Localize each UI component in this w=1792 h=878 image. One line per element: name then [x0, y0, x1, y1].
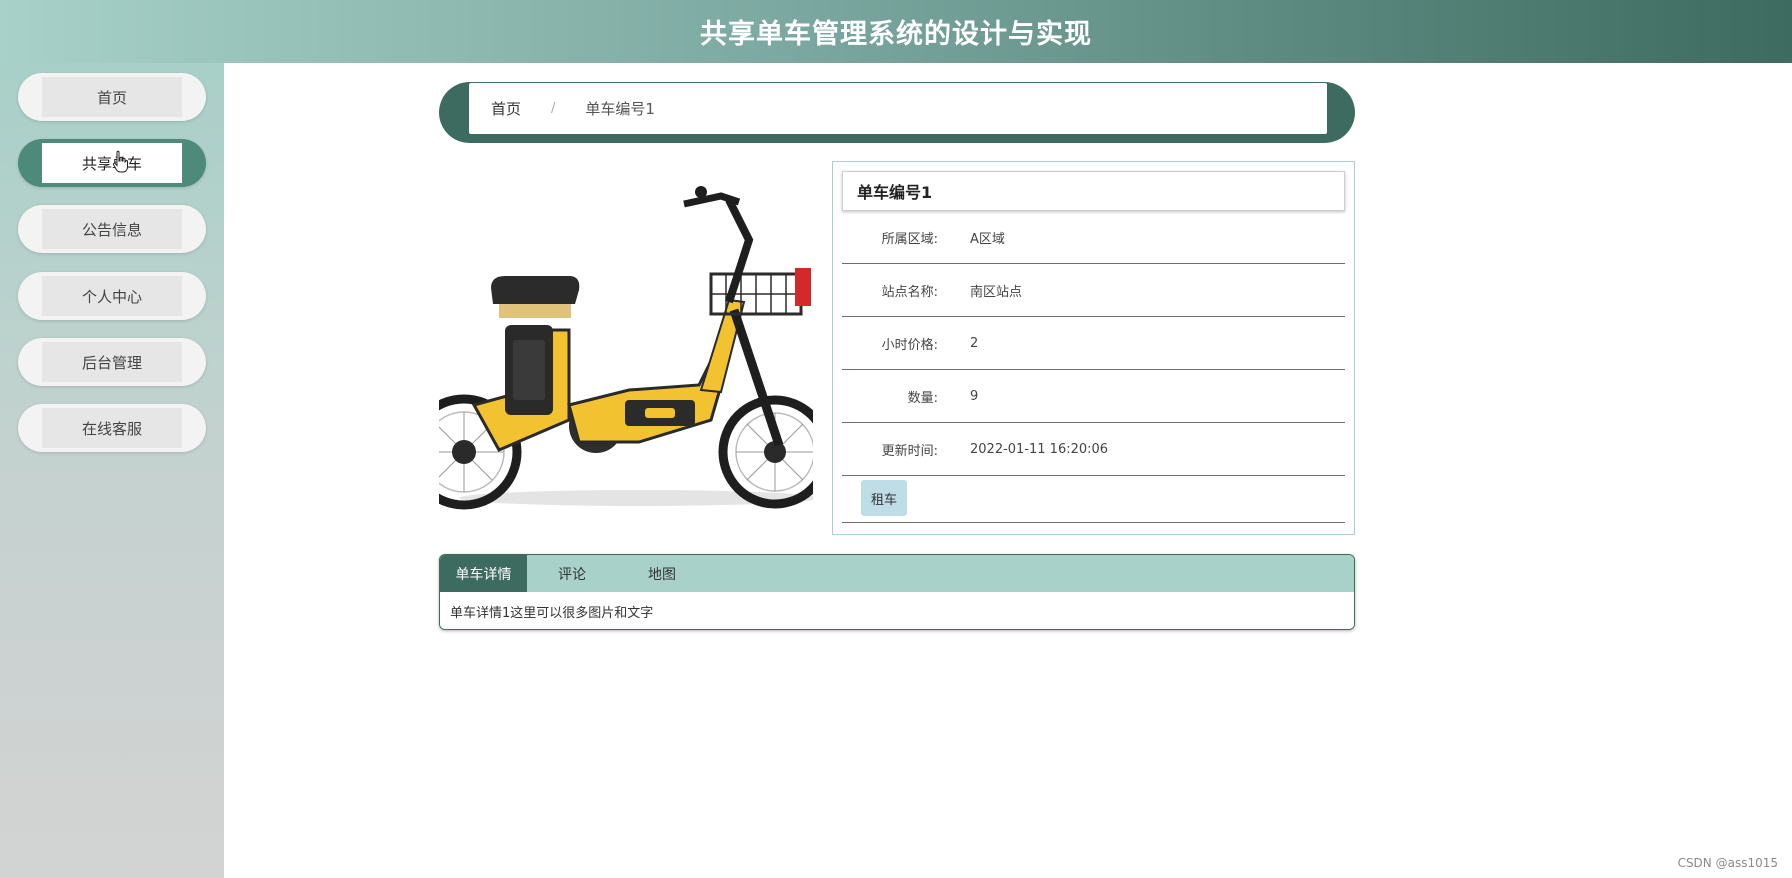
- tab-bike-details[interactable]: 单车详情: [440, 555, 527, 592]
- detail-row-station: 站点名称: 南区站点: [842, 264, 1345, 317]
- bike-detail-panel: 单车编号1 所属区域: A区域 站点名称: 南区站点 小时价格: 2 数量: 9…: [832, 161, 1355, 535]
- sidebar-item-admin[interactable]: 后台管理: [18, 338, 206, 386]
- sidebar-item-label: 个人中心: [42, 276, 182, 316]
- sidebar: 首页 共享单车 公告信息 个人中心 后台管理 在线客服: [0, 63, 224, 878]
- detail-value: 南区站点: [970, 284, 1023, 300]
- watermark: CSDN @ass1015: [1677, 856, 1778, 870]
- breadcrumb: 首页 / 单车编号1: [439, 82, 1355, 143]
- detail-label: 站点名称:: [881, 284, 938, 300]
- detail-value: 2022-01-11 16:20:06: [970, 441, 1109, 457]
- detail-value: 2: [970, 335, 979, 351]
- sidebar-item-announcements[interactable]: 公告信息: [18, 205, 206, 253]
- detail-value: A区域: [970, 231, 1005, 247]
- detail-row-area: 所属区域: A区域: [842, 211, 1345, 264]
- detail-tabs: 单车详情 评论 地图 单车详情1这里可以很多图片和文字: [439, 554, 1355, 630]
- detail-label: 所属区域:: [881, 231, 938, 247]
- rent-button[interactable]: 租车: [861, 480, 907, 516]
- app-header: 共享单车管理系统的设计与实现: [0, 0, 1792, 63]
- tab-bar: 单车详情 评论 地图: [440, 555, 1354, 592]
- sidebar-item-online-service[interactable]: 在线客服: [18, 404, 206, 452]
- detail-row-hourly-price: 小时价格: 2: [842, 317, 1345, 370]
- breadcrumb-separator: /: [551, 101, 556, 116]
- detail-label: 数量:: [907, 390, 938, 406]
- sidebar-item-personal-center[interactable]: 个人中心: [18, 272, 206, 320]
- sidebar-item-home[interactable]: 首页: [18, 73, 206, 121]
- sidebar-item-label: 公告信息: [42, 209, 182, 249]
- detail-label: 更新时间:: [881, 443, 938, 459]
- detail-row-quantity: 数量: 9: [842, 370, 1345, 423]
- sidebar-item-label: 后台管理: [42, 342, 182, 382]
- sidebar-item-label: 首页: [42, 77, 182, 117]
- breadcrumb-current: 单车编号1: [585, 100, 655, 118]
- rent-row: 租车: [842, 475, 1345, 523]
- hand-cursor-icon: [112, 150, 128, 173]
- tab-content: 单车详情1这里可以很多图片和文字: [440, 592, 1354, 629]
- breadcrumb-home-link[interactable]: 首页: [491, 98, 521, 119]
- detail-row-updated-time: 更新时间: 2022-01-11 16:20:06: [842, 423, 1345, 476]
- tab-comments[interactable]: 评论: [527, 555, 617, 592]
- detail-value: 9: [970, 388, 979, 404]
- tab-map[interactable]: 地图: [617, 555, 707, 592]
- bike-image: [439, 180, 813, 517]
- app-title: 共享单车管理系统的设计与实现: [700, 19, 1092, 50]
- bike-detail-title: 单车编号1: [842, 171, 1345, 211]
- sidebar-item-label: 在线客服: [42, 408, 182, 448]
- detail-label: 小时价格:: [881, 337, 938, 353]
